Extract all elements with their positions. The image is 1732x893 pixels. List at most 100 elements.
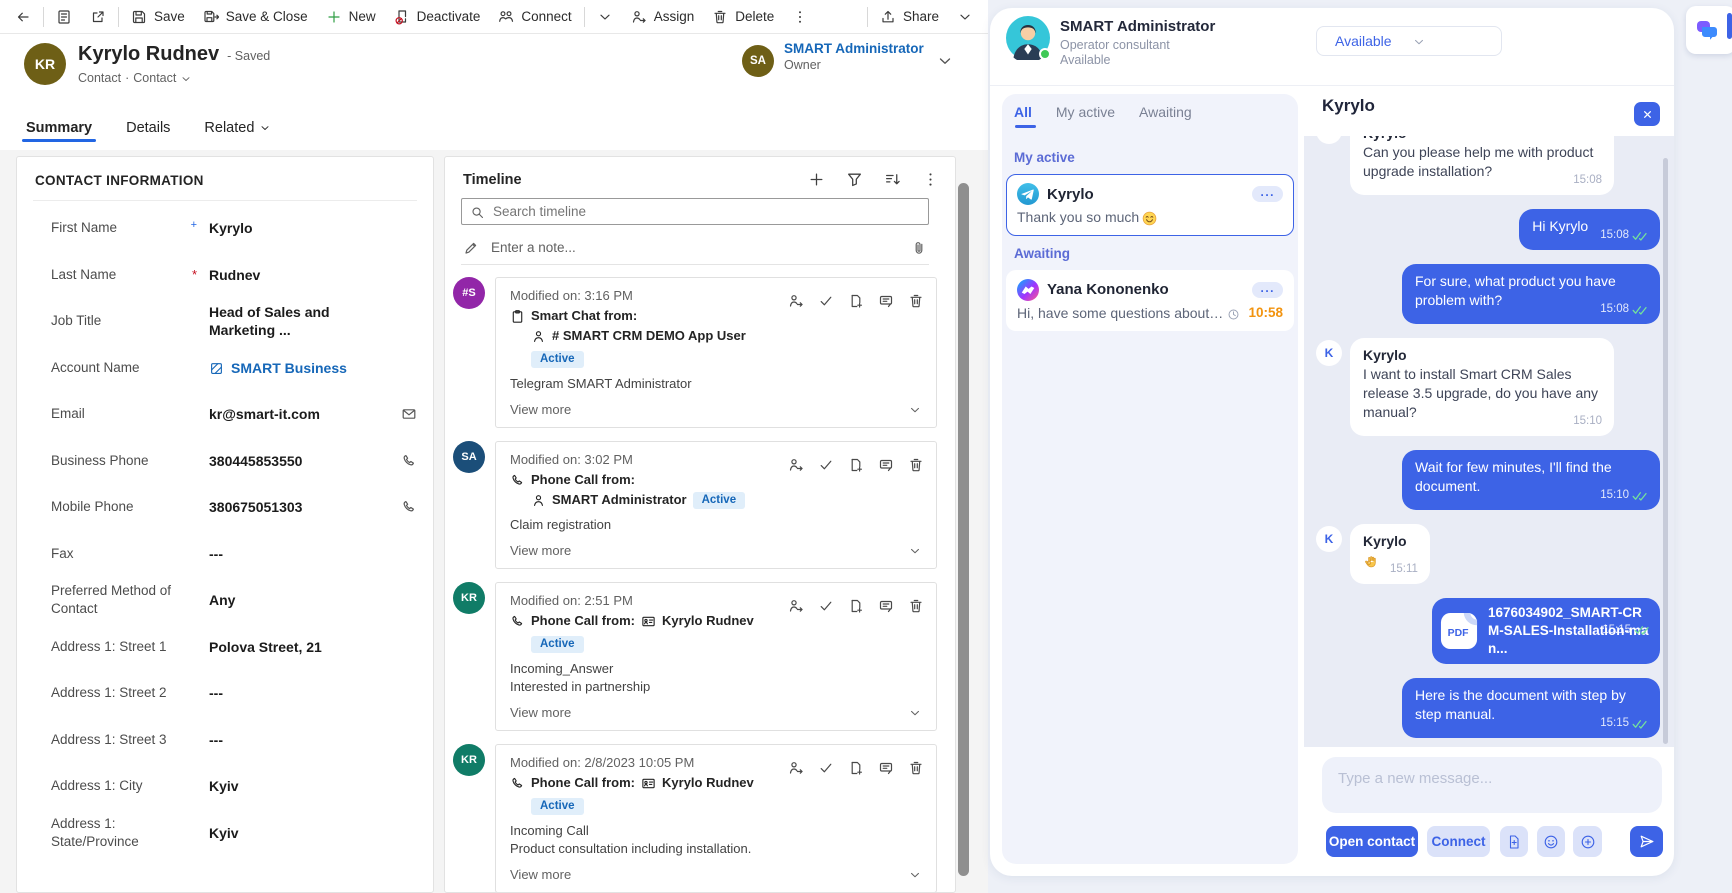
chevron-down-icon[interactable] — [180, 71, 192, 85]
timeline-more-button[interactable] — [922, 171, 939, 188]
emoji-button[interactable] — [1537, 826, 1565, 857]
chat-tab-awaiting[interactable]: Awaiting — [1139, 104, 1192, 128]
delete-entry-button[interactable] — [908, 292, 924, 309]
open-contact-button[interactable]: Open contact — [1326, 826, 1418, 857]
entry-card[interactable]: Modified on: 3:16 PMSmart Chat from:# SM… — [495, 277, 937, 428]
add-note-button[interactable] — [878, 456, 894, 473]
form-selector[interactable]: Contact — [133, 71, 176, 85]
view-more[interactable]: View more — [510, 402, 922, 417]
delete-entry-button[interactable] — [908, 456, 924, 473]
add-document-button[interactable] — [848, 597, 864, 614]
field-value[interactable]: Any — [209, 591, 393, 609]
header-collapse-chevron[interactable] — [936, 52, 954, 70]
entry-actions — [788, 759, 924, 776]
view-more[interactable]: View more — [510, 543, 922, 558]
add-note-button[interactable] — [878, 597, 894, 614]
new-button[interactable]: New — [317, 0, 385, 34]
close-entry-button[interactable] — [818, 292, 834, 309]
add-document-button[interactable] — [848, 292, 864, 309]
attach-file-button[interactable] — [1500, 826, 1528, 857]
close-entry-button[interactable] — [818, 456, 834, 473]
timeline-search-input[interactable] — [493, 204, 920, 219]
field-value[interactable]: kr@smart-it.com — [209, 405, 393, 423]
delete-entry-button[interactable] — [908, 597, 924, 614]
back-button[interactable] — [6, 0, 40, 34]
message-input[interactable] — [1322, 757, 1662, 813]
field-value[interactable]: Kyiv — [209, 777, 393, 795]
required-marker: * — [192, 266, 197, 283]
assign-entry-button[interactable] — [788, 759, 804, 776]
entry-card[interactable]: Modified on: 2:51 PMPhone Call from:Kyry… — [495, 582, 937, 731]
field-value[interactable]: 380675051303 — [209, 498, 393, 516]
field-value[interactable]: Kyiv — [209, 824, 393, 842]
chat-dock-toggle[interactable] — [1686, 6, 1732, 54]
add-note-button[interactable] — [878, 292, 894, 309]
deactivate-button[interactable]: Deactivate — [385, 0, 490, 34]
save-close-button[interactable]: Save & Close — [194, 0, 317, 34]
messages-scrollbar[interactable] — [1663, 158, 1668, 744]
item-more-button[interactable]: ... — [1252, 282, 1283, 298]
timeline-search[interactable] — [461, 198, 929, 225]
close-conversation-button[interactable] — [1634, 102, 1660, 126]
button-label: Connect — [521, 9, 571, 24]
timeline-filter-button[interactable] — [846, 171, 863, 188]
tab-summary[interactable]: Summary — [22, 120, 96, 150]
owner-avatar: SA — [742, 45, 774, 77]
timeline-add-button[interactable] — [808, 171, 825, 188]
open-in-new-button[interactable] — [81, 0, 115, 34]
delete-entry-button[interactable] — [908, 759, 924, 776]
field-value[interactable]: --- — [209, 731, 393, 749]
tab-details[interactable]: Details — [122, 120, 174, 150]
assign-entry-button[interactable] — [788, 456, 804, 473]
connect-more-button[interactable] — [588, 0, 622, 34]
delete-button[interactable]: Delete — [703, 0, 783, 34]
field-value-link[interactable]: SMART Business — [209, 359, 393, 377]
status-dropdown[interactable]: Available — [1316, 26, 1502, 56]
share-button[interactable]: Share — [871, 0, 948, 34]
tab-related[interactable]: Related — [200, 120, 275, 150]
chat-tab-my-active[interactable]: My active — [1056, 104, 1115, 128]
file-message-bubble[interactable]: PDF1676034902_SMART-CRM-SALES-Installati… — [1432, 598, 1660, 664]
button-label: Delete — [735, 9, 774, 24]
assign-button[interactable]: Assign — [622, 0, 704, 34]
timeline-entry: KRModified on: 2/8/2023 10:05 PMPhone Ca… — [453, 744, 937, 893]
field-value[interactable]: --- — [209, 684, 393, 702]
view-more[interactable]: View more — [510, 705, 922, 720]
view-more[interactable]: View more — [510, 867, 922, 882]
field-value[interactable]: Kyrylo — [209, 219, 393, 237]
close-entry-button[interactable] — [818, 597, 834, 614]
open-in-new-icon — [90, 9, 106, 25]
more-commands-button[interactable] — [783, 0, 817, 34]
chat-tab-all[interactable]: All — [1014, 104, 1032, 128]
field-value[interactable]: Head of Sales and Marketing ... — [209, 303, 393, 339]
owner-block[interactable]: SA SMART Administrator Owner — [742, 40, 924, 77]
field-value[interactable]: 380445853550 — [209, 452, 393, 470]
paperclip-icon[interactable] — [911, 239, 927, 256]
add-document-button[interactable] — [848, 456, 864, 473]
save-button[interactable]: Save — [122, 0, 194, 34]
send-button[interactable] — [1630, 826, 1663, 857]
add-note-button[interactable] — [878, 759, 894, 776]
conversation-list-item[interactable]: Yana Kononenko...Hi, have some questions… — [1006, 270, 1294, 331]
assign-entry-button[interactable] — [788, 597, 804, 614]
assign-entry-button[interactable] — [788, 292, 804, 309]
contact-field-row: Last Name*Rudnev — [51, 252, 417, 299]
note-input-row[interactable]: Enter a note... — [461, 231, 929, 265]
add-document-button[interactable] — [848, 759, 864, 776]
new-chat-button[interactable] — [1573, 826, 1602, 857]
share-more-button[interactable] — [948, 0, 982, 34]
timeline-sort-button[interactable] — [884, 171, 901, 188]
field-value[interactable]: Polova Street, 21 — [209, 638, 393, 656]
connect-button[interactable]: Connect — [1427, 826, 1490, 857]
conversation-list-item[interactable]: Kyrylo...Thank you so much — [1006, 174, 1294, 236]
field-value[interactable]: --- — [209, 545, 393, 563]
connect-button[interactable]: Connect — [489, 0, 580, 34]
field-value[interactable]: Rudnev — [209, 266, 393, 284]
owner-name[interactable]: SMART Administrator — [784, 40, 924, 58]
form-button[interactable] — [47, 0, 81, 34]
timeline-scrollbar[interactable] — [958, 183, 969, 876]
entry-card[interactable]: Modified on: 2/8/2023 10:05 PMPhone Call… — [495, 744, 937, 893]
item-more-button[interactable]: ... — [1252, 186, 1283, 202]
close-entry-button[interactable] — [818, 759, 834, 776]
entry-card[interactable]: Modified on: 3:02 PMPhone Call from:SMAR… — [495, 441, 937, 569]
